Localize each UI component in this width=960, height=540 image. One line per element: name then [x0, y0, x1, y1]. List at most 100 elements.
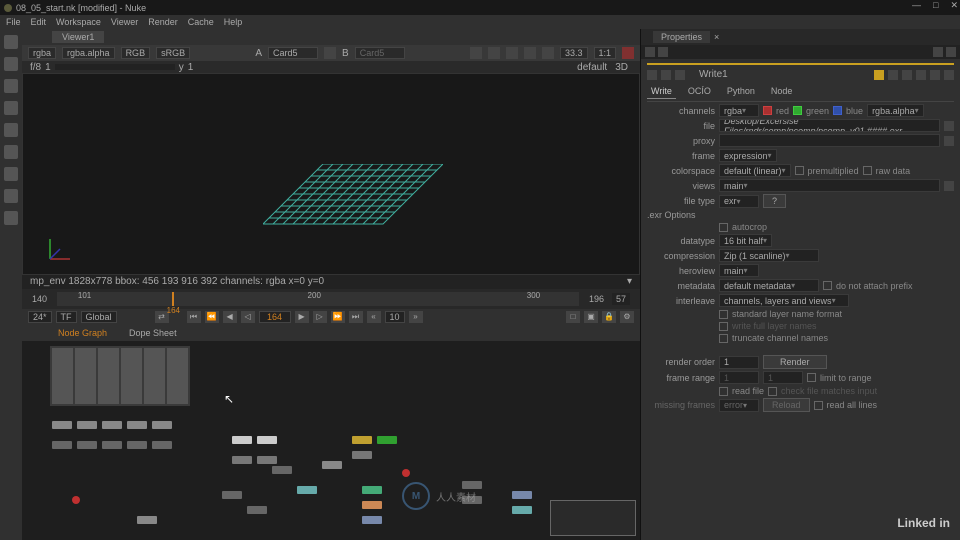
fstop[interactable]: f/8	[30, 62, 41, 73]
last-frame-button[interactable]: ⏭	[349, 311, 363, 323]
proxy-browse-icon[interactable]	[944, 136, 954, 146]
increment-field[interactable]: 10	[385, 311, 405, 323]
tool-marquee-icon[interactable]	[4, 57, 18, 71]
tab-node-graph[interactable]: Node Graph	[52, 327, 113, 339]
menu-viewer[interactable]: Viewer	[111, 17, 138, 27]
clear-icon[interactable]	[933, 47, 943, 57]
gain[interactable]: 1	[45, 62, 51, 73]
undo-icon[interactable]	[916, 70, 926, 80]
heroview-select[interactable]: main	[719, 264, 759, 277]
tab-properties[interactable]: Properties	[653, 31, 710, 43]
views-select[interactable]: main	[719, 179, 940, 192]
next-key-button[interactable]: ⏩	[331, 311, 345, 323]
tool-render-icon[interactable]	[4, 189, 18, 203]
clip-icon[interactable]	[470, 47, 482, 59]
stdlayer-check[interactable]	[719, 310, 728, 319]
layer-select[interactable]: rgba	[28, 47, 56, 59]
pause-icon[interactable]	[542, 47, 554, 59]
raw-check[interactable]	[863, 166, 872, 175]
gamma[interactable]: 1	[188, 62, 194, 73]
colorspace-select[interactable]: sRGB	[156, 47, 190, 59]
compression-select[interactable]: Zip (1 scanline)	[719, 249, 819, 262]
help-icon[interactable]	[888, 70, 898, 80]
axis-gizmo[interactable]	[45, 234, 75, 264]
icon3[interactable]	[675, 70, 685, 80]
tool-circle-icon[interactable]	[4, 79, 18, 93]
viewer-tab[interactable]: Viewer1	[52, 31, 104, 43]
tool-select-icon[interactable]	[4, 35, 18, 49]
file-field[interactable]: Desktop/Excersise Files/rndr/comp/pcomp/…	[719, 119, 940, 132]
tab-dope-sheet[interactable]: Dope Sheet	[123, 327, 183, 339]
timeline[interactable]: 140 101 164 200 300 196 57	[22, 289, 640, 309]
file-browse-icon[interactable]	[944, 121, 954, 131]
views-btn[interactable]	[944, 181, 954, 191]
menu-workspace[interactable]: Workspace	[56, 17, 101, 27]
play-button[interactable]: ▶	[295, 311, 309, 323]
close-panel-icon[interactable]	[944, 70, 954, 80]
render-order-field[interactable]: 1	[719, 356, 759, 369]
menu-file[interactable]: File	[6, 17, 21, 27]
fps-select[interactable]: 24*	[28, 311, 52, 323]
lock-icon[interactable]: 🔒	[602, 311, 616, 323]
render-button[interactable]: Render	[763, 355, 827, 369]
color-swatch[interactable]	[874, 70, 884, 80]
timeline-track[interactable]: 101 164 200 300	[57, 292, 579, 306]
close-tab-icon[interactable]: ×	[714, 32, 719, 42]
subtab-write[interactable]: Write	[647, 84, 676, 99]
checkfile-check[interactable]	[768, 387, 777, 396]
lock-icon[interactable]	[645, 47, 655, 57]
current-frame[interactable]: 164	[259, 311, 291, 323]
writefull-check[interactable]	[719, 322, 728, 331]
input-b-select[interactable]: Card5	[355, 47, 405, 59]
roi-icon[interactable]	[488, 47, 500, 59]
limit-check[interactable]	[807, 373, 816, 382]
colorspace-select[interactable]: default (linear)	[719, 164, 791, 177]
pin-icon[interactable]	[658, 47, 668, 57]
frame-select[interactable]: expression	[719, 149, 777, 162]
inc-fwd-button[interactable]: »	[409, 311, 423, 323]
noprefix-check[interactable]	[823, 281, 832, 290]
viewer-3d[interactable]	[22, 73, 640, 275]
proxy-icon[interactable]	[506, 47, 518, 59]
redo-icon[interactable]	[930, 70, 940, 80]
minimap[interactable]	[550, 500, 636, 536]
blue-check[interactable]	[833, 106, 842, 115]
interleave-select[interactable]: channels, layers and views	[719, 294, 849, 307]
loop-icon[interactable]: □	[566, 311, 580, 323]
menu-render[interactable]: Render	[148, 17, 178, 27]
missing-select[interactable]: error	[719, 399, 759, 412]
scope-select[interactable]: Global	[81, 311, 117, 323]
view-mode[interactable]: 3D	[615, 62, 628, 73]
next-frame-button[interactable]: ▷	[313, 311, 327, 323]
channel-select[interactable]: RGB	[121, 47, 151, 59]
channels-select[interactable]: rgba	[719, 104, 759, 117]
center-icon[interactable]	[661, 70, 671, 80]
tool-move-icon[interactable]	[4, 145, 18, 159]
refresh-icon[interactable]	[524, 47, 536, 59]
proxy-field[interactable]	[719, 134, 940, 147]
collapse-icon[interactable]	[647, 70, 657, 80]
subtab-node[interactable]: Node	[767, 84, 797, 99]
tool-dropper-icon[interactable]	[4, 101, 18, 115]
input-a-select[interactable]: Card5	[268, 47, 318, 59]
inc-back-button[interactable]: «	[367, 311, 381, 323]
menu-help[interactable]: Help	[224, 17, 243, 27]
green-check[interactable]	[793, 106, 802, 115]
revert-icon[interactable]	[902, 70, 912, 80]
close-all-icon[interactable]	[946, 47, 956, 57]
truncate-check[interactable]	[719, 334, 728, 343]
node-graph[interactable]: M人人素材	[22, 341, 640, 540]
datatype-select[interactable]: 16 bit half	[719, 234, 772, 247]
help-button[interactable]: ?	[763, 194, 786, 208]
autocrop-check[interactable]	[719, 223, 728, 232]
frame-start[interactable]: 140	[32, 294, 47, 304]
red-check[interactable]	[763, 106, 772, 115]
framerange-end[interactable]: 1	[763, 371, 803, 384]
alpha-select[interactable]: rgba.alpha	[867, 104, 924, 117]
default-select[interactable]: default	[577, 62, 607, 73]
readall-check[interactable]	[814, 401, 823, 410]
tf-select[interactable]: TF	[56, 311, 77, 323]
framerange-start[interactable]: 1	[719, 371, 759, 384]
menu-cache[interactable]: Cache	[188, 17, 214, 27]
subtab-python[interactable]: Python	[723, 84, 759, 99]
